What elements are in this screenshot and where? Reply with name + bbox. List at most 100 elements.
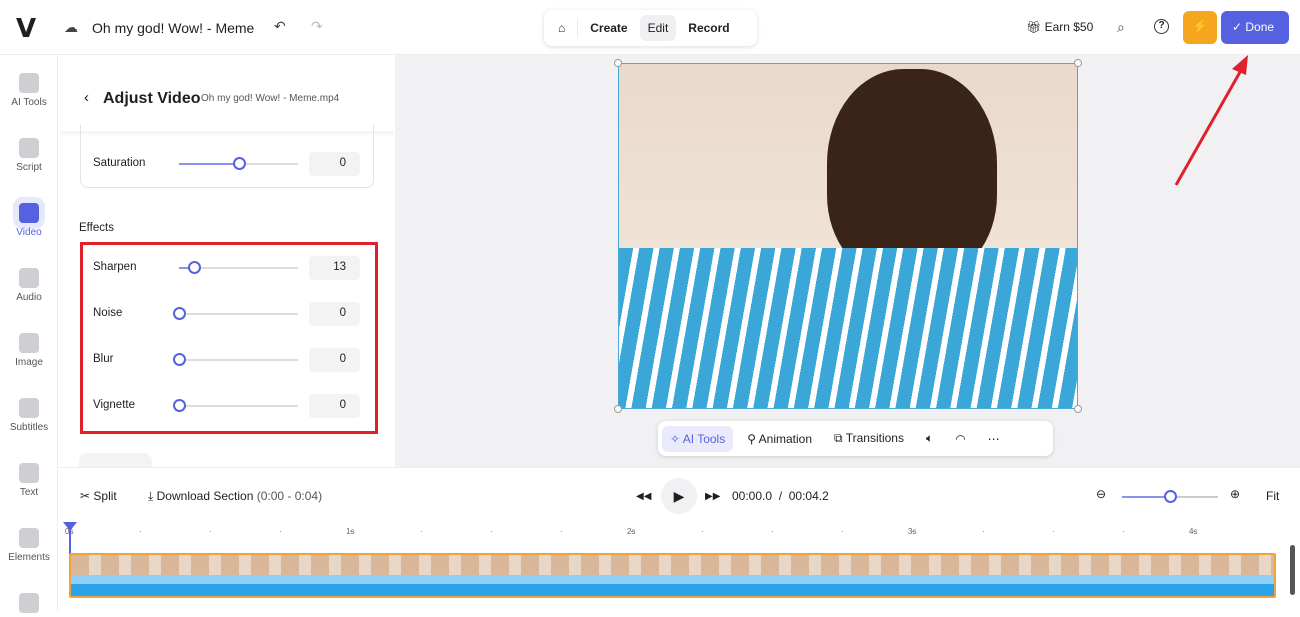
rewind-button[interactable]: ◀◀	[636, 491, 651, 502]
zoom-out-icon[interactable]: ⊖	[1096, 487, 1106, 501]
noise-slider[interactable]	[173, 307, 298, 320]
sidebar-item-audio[interactable]: Audio	[0, 268, 58, 303]
saturation-label: Saturation	[93, 157, 146, 169]
vignette-label: Vignette	[93, 399, 135, 411]
tab-record[interactable]: Record	[680, 15, 737, 41]
video-toolbar: ✧ AI Tools ⚲ Animation ⧉ Transitions 🔈︎ …	[658, 421, 1053, 456]
download-section-button[interactable]: ⤓ Download Section (0:00 - 0:04)	[148, 489, 322, 504]
image-icon	[19, 333, 39, 353]
time-tick: 2s	[627, 527, 636, 536]
vignette-slider[interactable]	[173, 399, 298, 412]
gift-icon: 🎁︎	[1026, 20, 1045, 34]
split-button[interactable]: ✂ Split	[80, 489, 117, 503]
fit-button[interactable]: Fit	[1266, 489, 1279, 503]
sidebar-item-image[interactable]: Image	[0, 333, 58, 368]
sidebar-item-subtitles[interactable]: Subtitles	[0, 398, 58, 433]
slider-thumb[interactable]	[173, 307, 186, 320]
panel-title: Adjust Video	[103, 90, 201, 107]
text-icon	[19, 463, 39, 483]
elements-icon	[19, 528, 39, 548]
scissors-icon: ✂	[80, 489, 94, 503]
mode-nav: ⌂ Create Edit Record	[544, 10, 757, 46]
sidebar-rail: AI Tools Script Video Audio Image Subtit…	[0, 55, 58, 613]
tick-dot: ·	[490, 527, 493, 536]
subtitles-icon	[19, 398, 39, 418]
sharpen-value[interactable]: 13	[309, 256, 360, 280]
tick-dot: ·	[209, 527, 212, 536]
forward-button[interactable]: ▶▶	[705, 491, 720, 502]
vignette-row: Vignette 0	[93, 394, 363, 418]
sidebar-item-elements[interactable]: Elements	[0, 528, 58, 563]
tick-dot: ·	[701, 527, 704, 536]
redo-icon[interactable]: ↷	[311, 18, 323, 35]
slider-thumb[interactable]	[173, 399, 186, 412]
volume-icon[interactable]: 🔈︎	[918, 425, 941, 452]
blur-value[interactable]: 0	[309, 348, 360, 372]
saturation-value[interactable]: 0	[309, 152, 360, 176]
blur-label: Blur	[93, 353, 114, 365]
time-tick: 4s	[1189, 527, 1198, 536]
annotation-arrow	[1174, 55, 1248, 186]
music-note-icon	[19, 268, 39, 288]
slider-thumb[interactable]	[188, 261, 202, 274]
resize-handle[interactable]	[1074, 405, 1082, 413]
download-icon: ⤓	[148, 489, 157, 503]
tick-dot: ·	[560, 527, 563, 536]
audio-waveform	[71, 575, 1274, 596]
time-display: 00:00.0 / 00:04.2	[732, 489, 829, 503]
noise-row: Noise 0	[93, 302, 363, 326]
tab-create[interactable]: Create	[582, 15, 635, 41]
vignette-value[interactable]: 0	[309, 394, 360, 418]
speed-icon[interactable]: ◠	[947, 426, 973, 452]
noise-value[interactable]: 0	[309, 302, 360, 326]
more-icon[interactable]: ⋯	[980, 426, 1008, 452]
search-icon[interactable]: ⌕	[1117, 19, 1125, 36]
time-tick: 3s	[908, 527, 917, 536]
tick-dot: ·	[279, 527, 282, 536]
noise-label: Noise	[93, 307, 123, 319]
slider-thumb[interactable]	[173, 353, 186, 366]
resize-handle[interactable]	[614, 59, 622, 67]
saturation-row: Saturation 0	[93, 152, 363, 176]
tick-dot: ·	[1052, 527, 1055, 536]
sparkle-icon	[19, 73, 39, 93]
help-icon[interactable]: ?	[1154, 19, 1169, 34]
resize-handle[interactable]	[1074, 59, 1082, 67]
transitions-button[interactable]: ⧉ Transitions	[826, 425, 912, 452]
undo-icon[interactable]: ↶	[274, 18, 286, 35]
zoom-in-icon[interactable]: ⊕	[1230, 487, 1240, 501]
sharpen-label: Sharpen	[93, 261, 137, 273]
video-clip[interactable]	[69, 553, 1276, 598]
video-preview[interactable]	[618, 63, 1078, 409]
slider-thumb[interactable]	[232, 157, 246, 170]
tick-dot: ·	[841, 527, 844, 536]
sharpen-slider[interactable]	[179, 261, 298, 274]
effects-heading: Effects	[79, 222, 114, 234]
tick-dot: ·	[982, 527, 985, 536]
sidebar-item-text[interactable]: Text	[0, 463, 58, 498]
resize-handle[interactable]	[614, 405, 622, 413]
video-camera-icon	[19, 203, 39, 223]
cloud-off-icon: ☁	[64, 19, 78, 35]
timeline-zoom-slider[interactable]	[1122, 490, 1218, 503]
sidebar-item-more[interactable]	[0, 593, 58, 617]
app-logo[interactable]: V	[16, 14, 36, 44]
tick-dot: ·	[139, 527, 142, 536]
ai-tools-button[interactable]: ✧ AI Tools	[662, 425, 734, 452]
back-icon[interactable]: ‹	[84, 89, 89, 106]
scrollbar[interactable]	[1290, 545, 1295, 595]
play-button[interactable]: ▶	[661, 478, 697, 514]
project-title[interactable]: Oh my god! Wow! - Meme	[92, 20, 254, 36]
upgrade-button[interactable]: ⚡	[1183, 11, 1217, 44]
sidebar-item-script[interactable]: Script	[0, 138, 58, 173]
sidebar-item-video[interactable]: Video	[0, 203, 58, 238]
panel-subtitle: Oh my god! Wow! - Meme.mp4	[201, 93, 340, 104]
blur-slider[interactable]	[173, 353, 298, 366]
done-button[interactable]: ✓ Done	[1221, 11, 1289, 44]
earn-button[interactable]: 🎁︎ Earn $50	[1026, 20, 1093, 34]
saturation-slider[interactable]	[179, 157, 298, 170]
tab-edit[interactable]: Edit	[639, 15, 677, 41]
home-icon[interactable]: ⌂	[550, 15, 573, 41]
sidebar-item-ai-tools[interactable]: AI Tools	[0, 73, 58, 108]
animation-button[interactable]: ⚲ Animation	[739, 426, 820, 452]
